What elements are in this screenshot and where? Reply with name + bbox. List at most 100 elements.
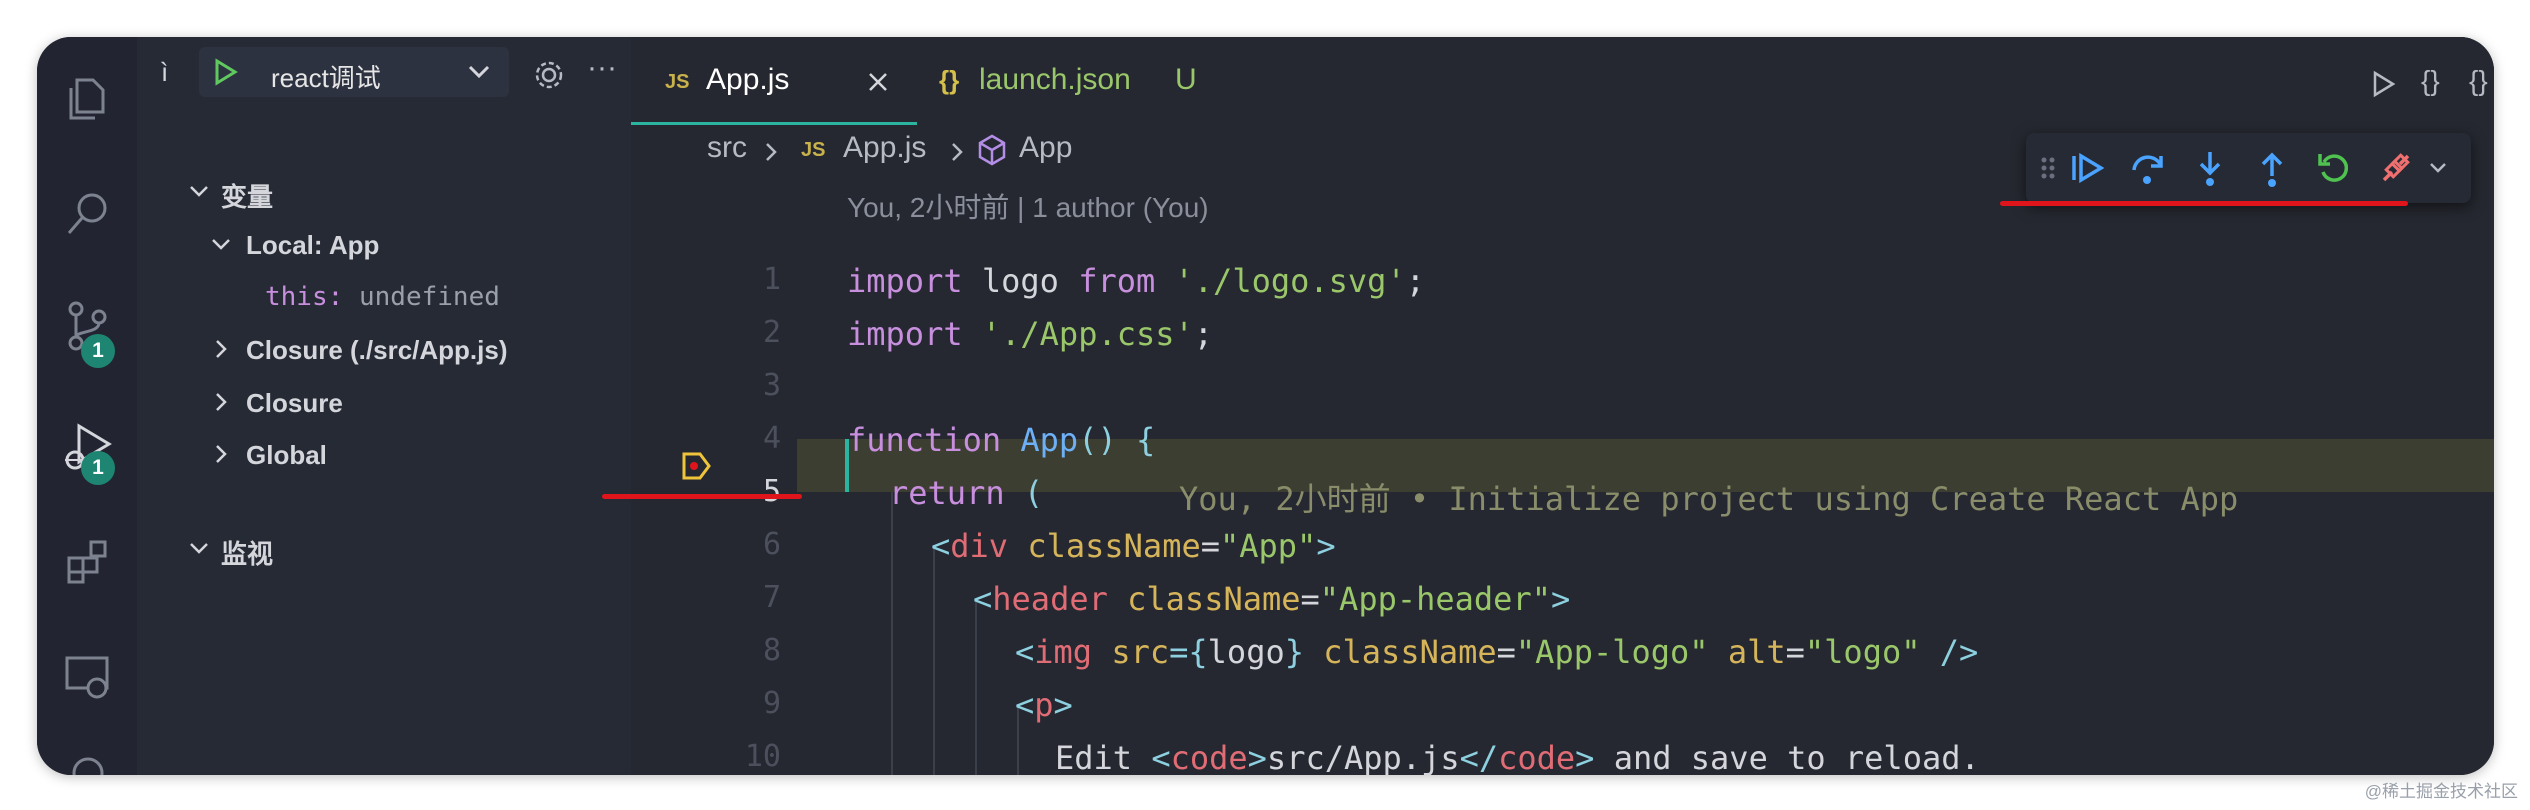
line-number: 1 [762,262,781,297]
chevron-down-icon [212,239,230,250]
restart-icon[interactable] [2314,148,2354,188]
variable-value: undefined [359,282,500,312]
debug-sidebar: ì react调试 ··· 变量 Local: App this: undefi… [137,37,631,775]
codelens-blame[interactable]: You, 2小时前 | 1 author (You) [847,186,1209,226]
vscode-window: 1 1 ì react调试 ··· 变量 Local: App this: un… [37,37,2494,775]
code-line[interactable]: 10 Edit <code>src/App.js</code> and save… [631,731,2494,775]
code-text: import './App.css'; [847,315,1214,353]
scm-badge: 1 [81,334,115,368]
continue-icon[interactable] [2066,148,2106,188]
chevron-down-icon [190,543,208,554]
account-icon[interactable] [61,749,115,775]
variable-name: this: [265,282,344,312]
debug-sidebar-header: ì react调试 ··· [137,37,631,121]
line-number: 10 [744,739,781,774]
line-number: 7 [762,580,781,615]
tab-label: launch.json [979,63,1131,96]
gear-icon[interactable] [532,58,566,92]
variables-section-header[interactable]: 变量 [137,167,631,217]
scope-label: Global [246,440,327,470]
variables-section-title: 变量 [221,182,274,212]
tab-app-js[interactable]: JS App.js [631,37,917,125]
scope-label: Closure [246,388,343,418]
inline-blame: You, 2小时前 • Initialize project using Cre… [1179,480,2239,518]
scope-closure-file[interactable]: Closure (./src/App.js) [137,325,631,375]
code-line[interactable]: 7 <header className="App-header"> [631,572,2494,625]
watch-section-title: 监视 [221,539,274,569]
search-icon[interactable] [61,187,115,241]
annotation-underline-toolbar [2000,201,2408,206]
code-line[interactable]: 9 <p> [631,678,2494,731]
step-into-icon[interactable] [2190,148,2230,188]
run-file-icon[interactable] [2371,70,2397,98]
tab-bar: JS App.js {} launch.json U {} {} [631,37,2494,125]
code-line[interactable]: 4 function App() { [631,413,2494,466]
code-text: import logo from './logo.svg'; [847,262,1425,300]
chevron-right-icon [216,393,227,411]
debug-toolbar [2026,133,2471,203]
truncated-label: ì [161,57,169,87]
step-over-icon[interactable] [2128,148,2168,188]
chevron-right-icon [766,143,777,161]
debug-badge: 1 [81,451,115,485]
code-line[interactable]: 3 [631,360,2494,413]
step-out-icon[interactable] [2252,148,2292,188]
remote-explorer-icon[interactable] [61,650,115,704]
code-text: <div className="App"> [931,527,1336,565]
chevron-down-icon[interactable] [2426,148,2450,188]
drag-handle-icon[interactable] [2036,148,2060,188]
launch-config-name: react调试 [271,63,381,93]
editor-area: JS App.js {} launch.json U {} {} src JS … [631,37,2494,775]
disconnect-icon[interactable] [2376,148,2416,188]
braces-icon[interactable]: {} [2421,65,2440,97]
line-number: 6 [762,527,781,562]
code-line[interactable]: 6 <div className="App"> [631,519,2494,572]
code-line[interactable]: 1 import logo from './logo.svg'; [631,254,2494,307]
code-text: <p> [1015,686,1073,724]
extensions-icon[interactable] [61,534,115,588]
json-file-icon: {} [939,65,960,95]
start-debugging-icon[interactable] [211,58,239,86]
close-icon[interactable] [867,71,889,93]
symbol-class-icon [978,134,1006,166]
line-number: 9 [762,686,781,721]
scope-global[interactable]: Global [137,430,631,480]
js-file-icon: JS [801,139,826,161]
code-text: return ( [889,474,1044,512]
breadcrumb-file[interactable]: App.js [843,131,926,165]
line-number: 5 [762,474,781,509]
scope-label: Closure (./src/App.js) [246,335,508,365]
code-text: <header className="App-header"> [973,580,1571,618]
chevron-down-icon [468,65,490,79]
launch-config-dropdown[interactable]: react调试 [199,47,509,97]
scope-closure[interactable]: Closure [137,378,631,428]
tab-launch-json[interactable]: {} launch.json U [917,37,1237,125]
scope-local[interactable]: Local: App [137,220,631,270]
watermark: @稀土掘金技术社区 [2364,782,2518,801]
code-text: <img src={logo} className="App-logo" alt… [1015,633,1979,671]
line-number: 2 [762,315,781,350]
breadcrumb-symbol[interactable]: App [1019,131,1072,165]
watch-section-header[interactable]: 监视 [137,524,631,574]
annotation-underline-breakpoint [602,494,802,499]
more-actions-icon[interactable]: ··· [587,51,617,85]
variable-row[interactable]: this: undefined [137,272,631,322]
chevron-right-icon [216,340,227,358]
chevron-right-icon [216,445,227,463]
scope-label: Local: App [246,230,380,260]
code-text: Edit <code>src/App.js</code> and save to… [1055,739,1980,775]
chevron-right-icon [952,143,963,161]
chevron-down-icon [190,186,208,197]
code-text: function App() { [847,421,1156,459]
code-line-current[interactable]: 5 return ( You, 2小时前 • Initialize projec… [631,466,2494,519]
breadcrumb-folder[interactable]: src [707,131,747,165]
line-number: 4 [762,421,781,456]
js-file-icon: JS [665,71,690,93]
tab-label: App.js [706,63,790,96]
line-number: 8 [762,633,781,668]
code-line[interactable]: 2 import './App.css'; [631,307,2494,360]
code-line[interactable]: 8 <img src={logo} className="App-logo" a… [631,625,2494,678]
explorer-icon[interactable] [61,72,115,126]
braces-icon[interactable]: {} [2469,65,2488,97]
line-number: 3 [762,368,781,403]
